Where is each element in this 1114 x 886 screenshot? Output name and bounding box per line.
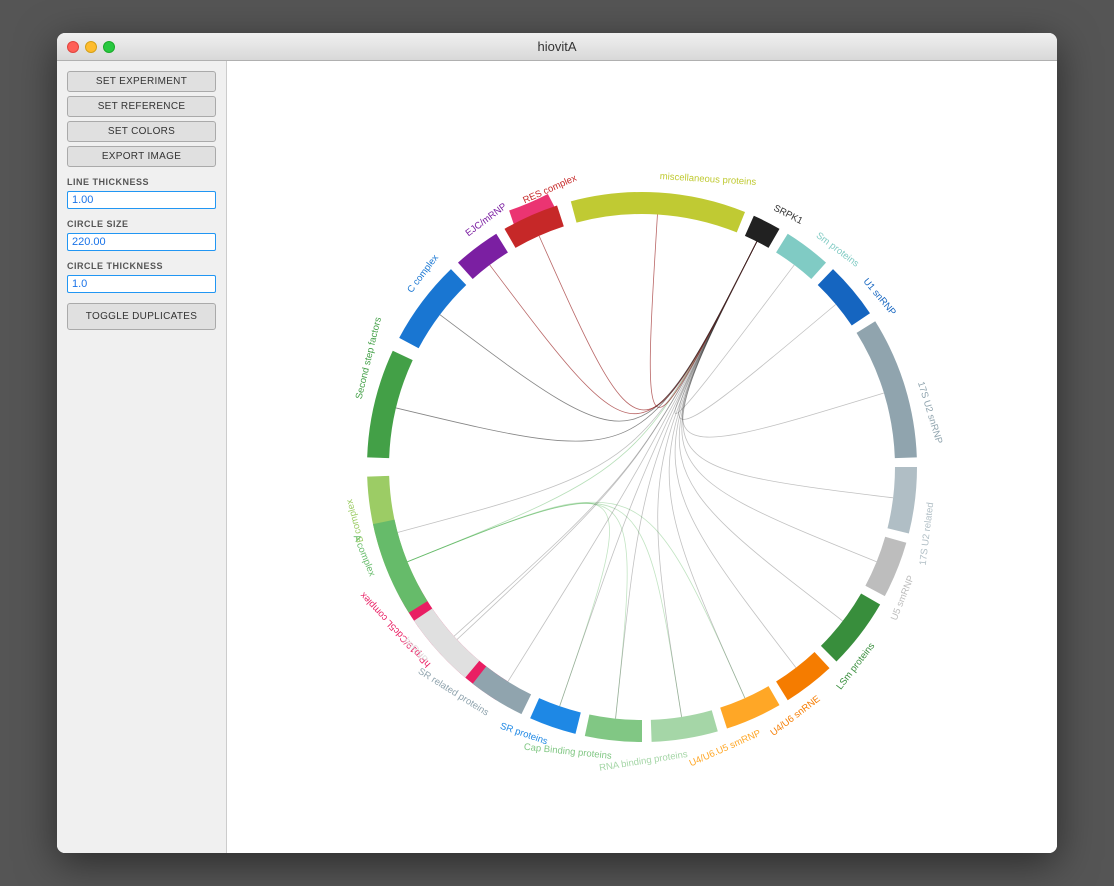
export-image-button[interactable]: EXPORT IMAGE bbox=[67, 146, 216, 167]
main-window: hiovitA SET EXPERIMENT SET REFERENCE SET… bbox=[57, 33, 1057, 853]
content-area: SET EXPERIMENT SET REFERENCE SET COLORS … bbox=[57, 61, 1057, 853]
circle-thickness-input[interactable] bbox=[67, 275, 216, 293]
line-thickness-label: LINE THICKNESS bbox=[67, 177, 216, 187]
circle-thickness-label: CIRCLE THICKNESS bbox=[67, 261, 216, 271]
chord-diagram-area: hPrp19/Cdc5L complexB complexSecond step… bbox=[227, 61, 1057, 853]
sidebar: SET EXPERIMENT SET REFERENCE SET COLORS … bbox=[57, 61, 227, 853]
window-title: hiovitA bbox=[537, 39, 576, 54]
set-reference-button[interactable]: SET REFERENCE bbox=[67, 96, 216, 117]
traffic-lights bbox=[67, 41, 115, 53]
line-thickness-input[interactable] bbox=[67, 191, 216, 209]
circle-size-input[interactable] bbox=[67, 233, 216, 251]
maximize-button[interactable] bbox=[103, 41, 115, 53]
set-colors-button[interactable]: SET COLORS bbox=[67, 121, 216, 142]
titlebar: hiovitA bbox=[57, 33, 1057, 61]
toggle-duplicates-button[interactable]: TOGGLE DUPLICATES bbox=[67, 303, 216, 330]
minimize-button[interactable] bbox=[85, 41, 97, 53]
chord-diagram: hPrp19/Cdc5L complexB complexSecond step… bbox=[262, 77, 1022, 837]
circle-size-label: CIRCLE SIZE bbox=[67, 219, 216, 229]
close-button[interactable] bbox=[67, 41, 79, 53]
set-experiment-button[interactable]: SET EXPERIMENT bbox=[67, 71, 216, 92]
